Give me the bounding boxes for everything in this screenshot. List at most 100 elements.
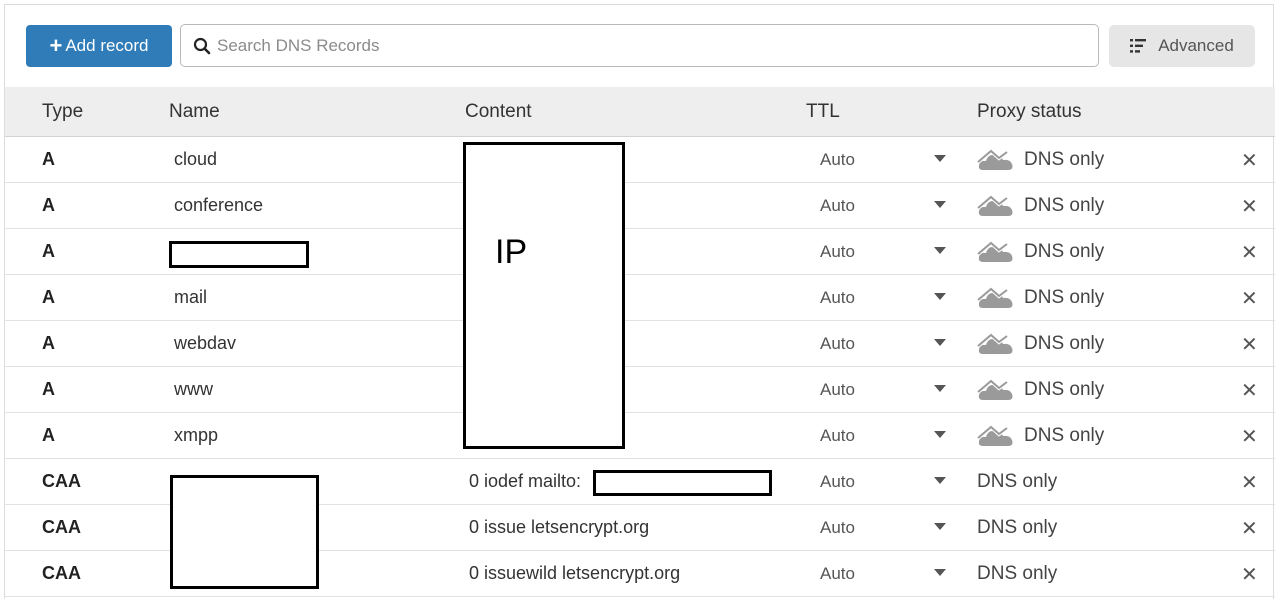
ip-annotation-label: IP <box>495 233 528 271</box>
plus-icon: + <box>49 33 63 58</box>
table-header: Type Name Content TTL Proxy status <box>5 87 1275 137</box>
add-record-label: Add record <box>65 36 149 55</box>
dns-records-panel: + Add record Advanced Type Name Content … <box>4 4 1275 599</box>
delete-icon[interactable]: ✕ <box>1241 194 1258 219</box>
ttl-dropdown-caret-icon[interactable] <box>934 201 946 208</box>
record-ttl[interactable]: Auto <box>820 380 855 400</box>
header-proxy-status[interactable]: Proxy status <box>977 101 1082 123</box>
proxy-status[interactable]: DNS only <box>977 513 1057 543</box>
record-content[interactable]: 0 issue letsencrypt.org <box>469 517 649 538</box>
ttl-dropdown-caret-icon[interactable] <box>934 385 946 392</box>
record-name[interactable]: xmpp <box>174 425 218 446</box>
proxy-status[interactable]: DNS only <box>977 237 1104 267</box>
delete-icon[interactable]: ✕ <box>1241 424 1258 449</box>
table-row[interactable]: A cloud Auto DNS only ✕ <box>5 137 1275 183</box>
proxy-status-label: DNS only <box>977 563 1058 584</box>
table-row[interactable]: A webdav Auto DNS only ✕ <box>5 321 1275 367</box>
ttl-dropdown-caret-icon[interactable] <box>934 569 946 576</box>
proxy-status[interactable]: DNS only <box>977 283 1104 313</box>
record-ttl[interactable]: Auto <box>820 150 855 170</box>
search-box[interactable] <box>180 24 1099 67</box>
ttl-dropdown-caret-icon[interactable] <box>934 339 946 346</box>
table-row[interactable]: A conference Auto DNS only ✕ <box>5 183 1275 229</box>
record-type: A <box>42 425 55 445</box>
proxy-status-label: DNS only <box>1024 425 1105 446</box>
record-name[interactable]: mail <box>174 287 207 308</box>
record-ttl[interactable]: Auto <box>820 242 855 262</box>
proxy-status[interactable]: DNS only <box>977 145 1104 175</box>
delete-icon[interactable]: ✕ <box>1241 332 1258 357</box>
redacted-name-box <box>169 241 309 268</box>
record-ttl[interactable]: Auto <box>820 564 855 584</box>
header-type[interactable]: Type <box>42 101 83 123</box>
search-input[interactable] <box>217 35 1077 56</box>
record-type: CAA <box>42 517 81 537</box>
record-type: A <box>42 287 55 307</box>
cloud-icon <box>977 378 1013 400</box>
header-ttl[interactable]: TTL <box>806 101 840 123</box>
cloud-icon <box>977 332 1013 354</box>
header-content[interactable]: Content <box>465 101 532 123</box>
table-row[interactable]: A xmpp Auto DNS only ✕ <box>5 413 1275 459</box>
record-type: A <box>42 379 55 399</box>
delete-icon[interactable]: ✕ <box>1241 516 1258 541</box>
ttl-dropdown-caret-icon[interactable] <box>934 477 946 484</box>
record-name[interactable]: webdav <box>174 333 236 354</box>
record-ttl[interactable]: Auto <box>820 426 855 446</box>
advanced-button[interactable]: Advanced <box>1109 25 1255 67</box>
ttl-dropdown-caret-icon[interactable] <box>934 247 946 254</box>
add-record-button[interactable]: + Add record <box>26 25 172 67</box>
ttl-dropdown-caret-icon[interactable] <box>934 523 946 530</box>
cloud-icon <box>977 194 1013 216</box>
record-content[interactable]: 0 iodef mailto: <box>469 471 581 492</box>
search-icon <box>193 37 211 54</box>
record-ttl[interactable]: Auto <box>820 196 855 216</box>
proxy-status-label: DNS only <box>1024 149 1105 170</box>
proxy-status-label: DNS only <box>1024 287 1105 308</box>
proxy-status[interactable]: DNS only <box>977 559 1057 589</box>
proxy-status[interactable]: DNS only <box>977 421 1104 451</box>
proxy-status-label: DNS only <box>977 471 1058 492</box>
record-type: A <box>42 149 55 169</box>
redacted-ip-box: IP <box>463 142 625 449</box>
record-name[interactable]: www <box>174 379 213 400</box>
delete-icon[interactable]: ✕ <box>1241 286 1258 311</box>
filter-list-icon <box>1130 39 1147 53</box>
redacted-email-box <box>593 470 772 496</box>
record-type: A <box>42 333 55 353</box>
record-content[interactable]: 0 issuewild letsencrypt.org <box>469 563 680 584</box>
record-name[interactable]: cloud <box>174 149 217 170</box>
record-ttl[interactable]: Auto <box>820 518 855 538</box>
record-ttl[interactable]: Auto <box>820 334 855 354</box>
toolbar: + Add record Advanced <box>5 5 1275 87</box>
ttl-dropdown-caret-icon[interactable] <box>934 431 946 438</box>
record-type: CAA <box>42 471 81 491</box>
delete-icon[interactable]: ✕ <box>1241 378 1258 403</box>
record-type: CAA <box>42 563 81 583</box>
cloud-icon <box>977 424 1013 446</box>
proxy-status-label: DNS only <box>1024 195 1105 216</box>
advanced-label: Advanced <box>1158 36 1234 55</box>
proxy-status[interactable]: DNS only <box>977 467 1057 497</box>
delete-icon[interactable]: ✕ <box>1241 562 1258 587</box>
delete-icon[interactable]: ✕ <box>1241 470 1258 495</box>
ttl-dropdown-caret-icon[interactable] <box>934 293 946 300</box>
table-row[interactable]: A www Auto DNS only ✕ <box>5 367 1275 413</box>
proxy-status[interactable]: DNS only <box>977 329 1104 359</box>
cloud-icon <box>977 148 1013 170</box>
proxy-status[interactable]: DNS only <box>977 191 1104 221</box>
delete-icon[interactable]: ✕ <box>1241 148 1258 173</box>
record-type: A <box>42 241 55 261</box>
proxy-status-label: DNS only <box>977 517 1058 538</box>
record-ttl[interactable]: Auto <box>820 288 855 308</box>
header-name[interactable]: Name <box>169 101 220 123</box>
proxy-status-label: DNS only <box>1024 379 1105 400</box>
table-row[interactable]: A mail Auto DNS only ✕ <box>5 275 1275 321</box>
record-name[interactable]: conference <box>174 195 263 216</box>
record-type: A <box>42 195 55 215</box>
delete-icon[interactable]: ✕ <box>1241 240 1258 265</box>
proxy-status[interactable]: DNS only <box>977 375 1104 405</box>
proxy-status-label: DNS only <box>1024 333 1105 354</box>
record-ttl[interactable]: Auto <box>820 472 855 492</box>
ttl-dropdown-caret-icon[interactable] <box>934 155 946 162</box>
